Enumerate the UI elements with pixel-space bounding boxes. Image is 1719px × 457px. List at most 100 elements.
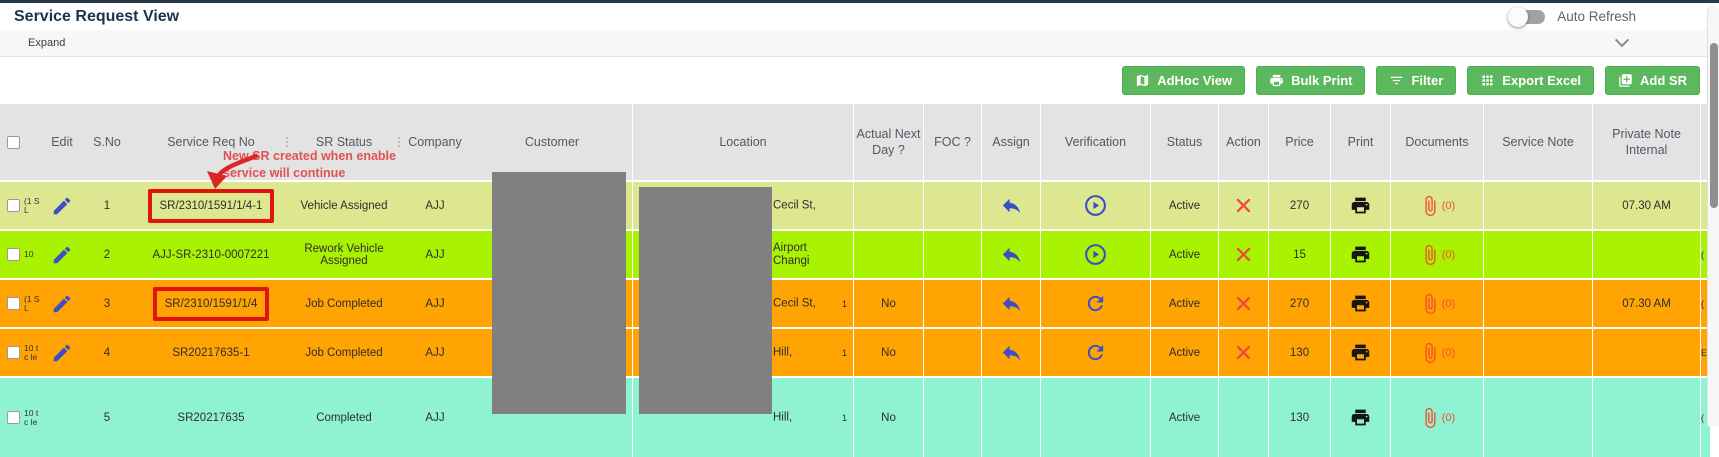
- cell-sr-status: Vehicle Assigned: [290, 182, 398, 229]
- cell-company: AJJ: [398, 329, 472, 376]
- cell-service-note: [1483, 378, 1592, 457]
- cell-private-note-internal: 07.30 AM: [1592, 182, 1700, 229]
- print-icon[interactable]: [1350, 244, 1371, 265]
- assign-reply-icon[interactable]: [1000, 194, 1023, 217]
- vertical-scrollbar[interactable]: [1707, 5, 1719, 426]
- play-circle-icon[interactable]: [1083, 193, 1108, 218]
- cell-actual-next-day: [853, 182, 923, 229]
- print-icon[interactable]: [1350, 407, 1371, 428]
- cell-service-note: [1483, 329, 1592, 376]
- header-verification: Verification: [1040, 104, 1150, 180]
- play-circle-icon[interactable]: [1083, 242, 1108, 267]
- cell-verification: [1040, 182, 1150, 229]
- column-menu-icon[interactable]: ⋮: [393, 135, 405, 149]
- add-sr-button[interactable]: Add SR: [1605, 66, 1700, 95]
- header-status: Status: [1150, 104, 1218, 180]
- edit-icon[interactable]: [51, 342, 73, 364]
- page-title: Service Request View: [14, 8, 179, 26]
- bulk-print-button[interactable]: Bulk Print: [1256, 66, 1365, 95]
- assign-reply-icon[interactable]: [1000, 292, 1023, 315]
- cell-edit: [42, 182, 82, 229]
- cancel-x-icon[interactable]: [1234, 343, 1253, 362]
- header-assign: Assign: [981, 104, 1040, 180]
- cell-status: Active: [1150, 329, 1218, 376]
- bulk-print-label: Bulk Print: [1291, 73, 1352, 88]
- location-text: Hill,: [773, 411, 792, 424]
- header-select-all: [0, 104, 42, 180]
- row-checkbox[interactable]: [7, 411, 20, 424]
- attachment-icon[interactable]: [1419, 342, 1441, 364]
- service-req-no-value: SR20217635-1: [172, 347, 249, 359]
- cell-action: [1218, 182, 1268, 229]
- truncated-text: (1 S L: [24, 295, 42, 313]
- cell-price: 270: [1268, 182, 1330, 229]
- print-icon[interactable]: [1350, 195, 1371, 216]
- cell-verification: [1040, 231, 1150, 278]
- edit-icon[interactable]: [51, 244, 73, 266]
- refresh-icon[interactable]: [1084, 292, 1107, 315]
- edit-icon[interactable]: [51, 195, 73, 217]
- cell-foc: [923, 329, 981, 376]
- cell-private-note-internal: [1592, 231, 1700, 278]
- header-private-note-internal: Private Note Internal: [1592, 104, 1700, 180]
- toggle-knob[interactable]: [1508, 7, 1528, 27]
- cell-service-note: [1483, 182, 1592, 229]
- column-menu-icon[interactable]: ⋮: [281, 135, 293, 149]
- cell-private-note-internal: [1592, 378, 1700, 457]
- cell-verification: [1040, 329, 1150, 376]
- location-text: Cecil St,: [773, 199, 816, 212]
- edit-icon[interactable]: [51, 293, 73, 315]
- cell-action: [1218, 378, 1268, 457]
- truncated-text: 10 tc le: [24, 344, 42, 362]
- header-customer: Customer: [472, 104, 632, 180]
- cell-sno: 4: [82, 329, 132, 376]
- annotation-arrow: [204, 152, 260, 190]
- cell-print: [1330, 182, 1390, 229]
- header-location: Location: [632, 104, 853, 180]
- cell-actual-next-day: No: [853, 280, 923, 327]
- refresh-icon[interactable]: [1084, 341, 1107, 364]
- assign-reply-icon[interactable]: [1000, 243, 1023, 266]
- row-checkbox[interactable]: [7, 346, 20, 359]
- cell-service-req-no: SR/2310/1591/1/4: [132, 280, 290, 327]
- chevron-down-icon[interactable]: [1615, 33, 1629, 47]
- cancel-x-icon[interactable]: [1234, 294, 1253, 313]
- cell-service-req-no: AJJ-SR-2310-0007221: [132, 231, 290, 278]
- add-icon: [1618, 73, 1633, 88]
- attachment-icon[interactable]: [1419, 244, 1441, 266]
- cell-assign: [981, 182, 1040, 229]
- cancel-x-icon[interactable]: [1234, 196, 1253, 215]
- cancel-x-icon[interactable]: [1234, 245, 1253, 264]
- select-all-checkbox[interactable]: [7, 136, 20, 149]
- row-checkbox[interactable]: [7, 248, 20, 261]
- assign-reply-icon[interactable]: [1000, 341, 1023, 364]
- row-checkbox[interactable]: [7, 297, 20, 310]
- print-icon[interactable]: [1350, 293, 1371, 314]
- table-row: 10 tc le 4 SR20217635-1 Job Completed AJ…: [0, 327, 1710, 376]
- attachment-icon[interactable]: [1419, 407, 1441, 429]
- table-row: (1 S L 3 SR/2310/1591/1/4 Job Completed …: [0, 278, 1710, 327]
- service-req-no-value: SR/2310/1591/1/4: [153, 287, 270, 321]
- header-service-note: Service Note: [1483, 104, 1592, 180]
- map-icon: [1135, 73, 1150, 88]
- attachment-icon[interactable]: [1419, 195, 1441, 217]
- cell-company: AJJ: [398, 231, 472, 278]
- document-count: (0): [1442, 200, 1455, 212]
- cell-status: Active: [1150, 280, 1218, 327]
- attachment-icon[interactable]: [1419, 293, 1441, 315]
- cell-private-note-internal: [1592, 329, 1700, 376]
- auto-refresh-control: Auto Refresh: [1511, 9, 1636, 24]
- export-excel-button[interactable]: Export Excel: [1467, 66, 1594, 95]
- location-suffix: 1: [842, 348, 847, 358]
- scrollbar-thumb[interactable]: [1710, 43, 1718, 208]
- header-action: Action: [1218, 104, 1268, 180]
- cell-price: 270: [1268, 280, 1330, 327]
- expand-bar[interactable]: Expand: [0, 30, 1719, 57]
- cell-status: Active: [1150, 182, 1218, 229]
- auto-refresh-toggle[interactable]: [1511, 10, 1545, 24]
- print-icon[interactable]: [1350, 342, 1371, 363]
- filter-button[interactable]: Filter: [1376, 66, 1456, 95]
- row-checkbox[interactable]: [7, 199, 20, 212]
- cell-private-note-internal: 07.30 AM: [1592, 280, 1700, 327]
- adhoc-view-button[interactable]: AdHoc View: [1122, 66, 1245, 95]
